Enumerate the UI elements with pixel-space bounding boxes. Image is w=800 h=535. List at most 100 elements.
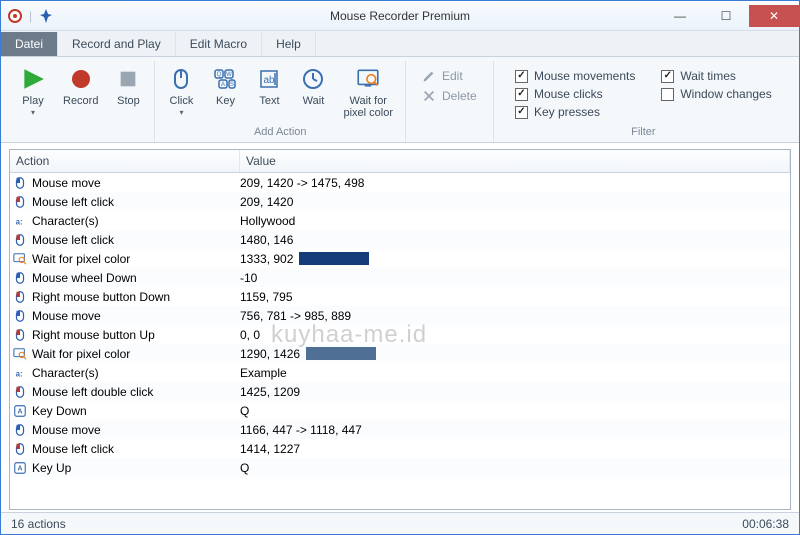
group-label-edit <box>448 126 451 140</box>
play-button[interactable]: Play ▾ <box>13 63 53 119</box>
value-text: 1290, 1426 <box>240 347 300 361</box>
svg-text:Q: Q <box>217 72 222 78</box>
table-row[interactable]: Mouse move1166, 447 -> 1118, 447 <box>10 420 790 439</box>
action-text: Mouse left click <box>32 195 114 209</box>
action-text: Key Down <box>32 404 87 418</box>
action-text: Key Up <box>32 461 71 475</box>
table-row[interactable]: Mouse move756, 781 -> 985, 889 <box>10 306 790 325</box>
table-row[interactable]: A Key Up Q <box>10 458 790 477</box>
maximize-button[interactable]: ☐ <box>703 5 749 27</box>
tab-edit-macro[interactable]: Edit Macro <box>176 32 262 56</box>
table-row[interactable]: Mouse left click 1480, 146 <box>10 230 790 249</box>
value-text: 1414, 1227 <box>240 442 300 456</box>
edit-button[interactable]: Edit <box>422 69 477 83</box>
group-label-add-action: Add Action <box>254 126 307 140</box>
minimize-button[interactable]: — <box>657 5 703 27</box>
macro-table: Action Value Mouse move 209, 1420 -> 1475… <box>9 149 791 510</box>
action-text: Mouse move <box>32 423 101 437</box>
status-bar: 16 actions 00:06:38 <box>1 512 799 534</box>
value-text: 1425, 1209 <box>240 385 300 399</box>
value-text: 1159, 795 <box>240 290 293 304</box>
action-text: Mouse left click <box>32 233 114 247</box>
mouse-red-icon <box>12 194 28 210</box>
action-text: Mouse move <box>32 176 101 190</box>
mouse-blue-icon <box>12 308 28 324</box>
wait-pixel-button[interactable]: Wait for pixel color <box>337 63 399 121</box>
stop-icon <box>114 65 142 93</box>
action-text: Right mouse button Up <box>32 328 155 342</box>
table-row[interactable]: Mouse move 209, 1420 -> 1475, 498 <box>10 173 790 192</box>
status-time: 00:06:38 <box>742 517 789 531</box>
mouse-red-icon <box>12 327 28 343</box>
action-text: Character(s) <box>32 214 99 228</box>
record-icon <box>67 65 95 93</box>
record-button[interactable]: Record <box>57 63 104 109</box>
keyA-icon: A <box>12 403 28 419</box>
text-button[interactable]: ab Text <box>249 63 289 109</box>
value-text: Q <box>240 461 249 475</box>
ribbon: Play ▾ Record Stop Click ▾ <box>1 57 799 143</box>
key-button[interactable]: QWAS Key <box>205 63 245 109</box>
mouse-red-icon <box>12 384 28 400</box>
table-row[interactable]: Right mouse button Down1159, 795 <box>10 287 790 306</box>
play-icon <box>19 65 47 93</box>
value-text: 209, 1420 -> 1475, 498 <box>240 176 364 190</box>
col-action[interactable]: Action <box>10 150 240 172</box>
text-icon: ab <box>255 65 283 93</box>
action-text: Mouse left double click <box>32 385 153 399</box>
mouse-red-icon <box>12 232 28 248</box>
click-button[interactable]: Click ▾ <box>161 63 201 119</box>
value-text: Q <box>240 404 249 418</box>
close-button[interactable]: ✕ <box>749 5 799 27</box>
table-row[interactable]: Mouse left double click 1425, 1209 <box>10 382 790 401</box>
mouse-red-icon <box>12 289 28 305</box>
table-row[interactable]: a:Character(s)Hollywood <box>10 211 790 230</box>
delete-x-icon <box>422 89 436 103</box>
value-text: 0, 0 <box>240 328 260 342</box>
filter-window-changes[interactable]: Window changes <box>661 87 771 101</box>
svg-text:A: A <box>221 82 225 88</box>
pixel-search-icon <box>354 65 382 93</box>
wait-button[interactable]: Wait <box>293 63 333 109</box>
col-value[interactable]: Value <box>240 150 790 172</box>
keyA-icon: A <box>12 460 28 476</box>
svg-text:S: S <box>230 82 234 88</box>
value-text: 1333, 902 <box>240 252 293 266</box>
mouse-blue-icon <box>12 270 28 286</box>
color-swatch <box>299 252 369 265</box>
svg-text:A: A <box>17 408 22 415</box>
value-text: 1480, 146 <box>240 233 293 247</box>
pixel-icon <box>12 251 28 267</box>
chars-icon: a: <box>12 213 28 229</box>
svg-text:a:: a: <box>16 369 23 378</box>
group-label-filter: Filter <box>631 126 655 140</box>
value-text: -10 <box>240 271 257 285</box>
action-text: Character(s) <box>32 366 99 380</box>
table-row[interactable]: Right mouse button Up 0, 0 <box>10 325 790 344</box>
color-swatch <box>306 347 376 360</box>
table-row[interactable]: Mouse left click 1414, 1227 <box>10 439 790 458</box>
table-row[interactable]: Mouse left click209, 1420 <box>10 192 790 211</box>
filter-key-presses[interactable]: Key presses <box>515 105 635 119</box>
stop-button[interactable]: Stop <box>108 63 148 109</box>
svg-text:ab: ab <box>264 75 276 86</box>
table-row[interactable]: a: Character(s) Example <box>10 363 790 382</box>
value-text: Example <box>240 366 287 380</box>
tab-datei[interactable]: Datei <box>1 32 58 56</box>
value-text: 756, 781 -> 985, 889 <box>240 309 351 323</box>
divider: | <box>29 9 32 23</box>
tab-record-play[interactable]: Record and Play <box>58 32 176 56</box>
table-row[interactable]: Mouse wheel Down-10 <box>10 268 790 287</box>
table-row[interactable]: A Key Down Q <box>10 401 790 420</box>
app-icon <box>7 8 23 24</box>
pin-icon[interactable] <box>38 8 54 24</box>
filter-wait-times[interactable]: Wait times <box>661 69 771 83</box>
tab-help[interactable]: Help <box>262 32 316 56</box>
action-text: Mouse left click <box>32 442 114 456</box>
table-row[interactable]: Wait for pixel color1333, 902 <box>10 249 790 268</box>
mouse-red-icon <box>12 441 28 457</box>
delete-button[interactable]: Delete <box>422 89 477 103</box>
table-row[interactable]: Wait for pixel color1290, 1426 <box>10 344 790 363</box>
filter-mouse-movements[interactable]: Mouse movements <box>515 69 635 83</box>
filter-mouse-clicks[interactable]: Mouse clicks <box>515 87 635 101</box>
